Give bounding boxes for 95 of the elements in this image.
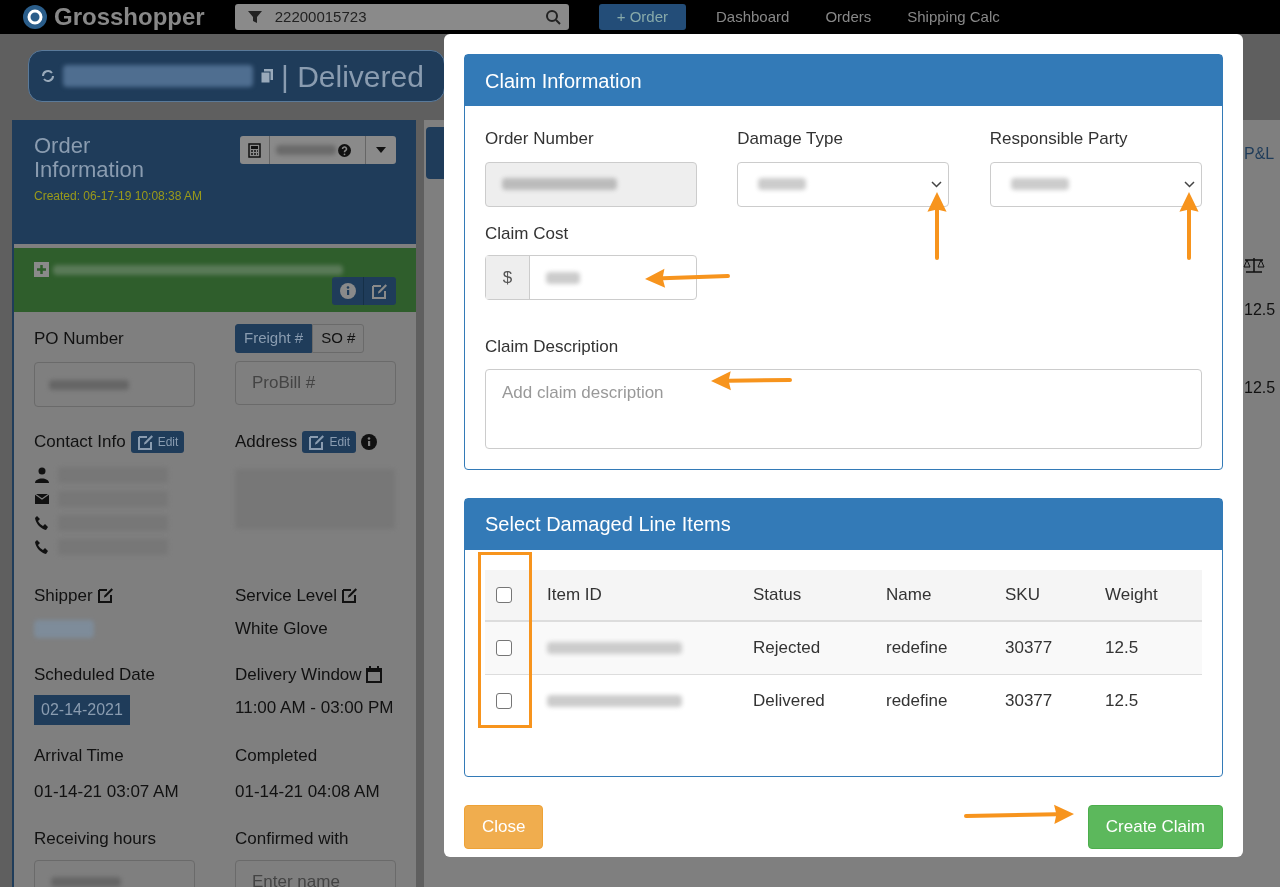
filter-icon[interactable] bbox=[246, 9, 263, 25]
card-header: Select Damaged Line Items bbox=[465, 498, 1222, 550]
number-type-toggle[interactable]: SO # bbox=[312, 324, 365, 353]
checkbox[interactable] bbox=[496, 586, 512, 603]
table-cell-text: 12.5 bbox=[1105, 636, 1139, 659]
order-status: | Delivered bbox=[281, 58, 424, 95]
field-label: PO Number bbox=[34, 328, 125, 350]
number-type-toggle[interactable]: Freight # bbox=[235, 324, 313, 353]
field-label: Claim Cost bbox=[485, 222, 570, 245]
created-timestamp: Created: 06-17-19 10:08:38 AM bbox=[34, 188, 204, 205]
search-value: 22200015723 bbox=[274, 6, 368, 27]
order-button[interactable]: + Order bbox=[598, 4, 686, 30]
nav-link[interactable]: Dashboard bbox=[716, 5, 790, 29]
checkbox[interactable] bbox=[496, 693, 512, 709]
info-icon bbox=[339, 283, 356, 299]
calculator-icon[interactable] bbox=[248, 142, 261, 158]
claim-cost-field[interactable]: $ bbox=[485, 255, 697, 300]
checkbox[interactable] bbox=[496, 639, 512, 656]
table-cell-text: 12.5 bbox=[1244, 300, 1276, 320]
search-field[interactable]: 22200015723 bbox=[234, 4, 569, 30]
field-label: Damage Type bbox=[737, 128, 844, 150]
currency-addon: $ bbox=[486, 256, 530, 299]
field-value: 01-14-21 03:07 AM bbox=[34, 780, 180, 803]
card-header: Claim Information bbox=[465, 55, 1222, 106]
copy-icon[interactable] bbox=[261, 69, 273, 83]
panel-title: Order Information bbox=[34, 134, 146, 182]
probill-field[interactable]: ProBill # bbox=[235, 361, 396, 405]
calendar-icon[interactable] bbox=[365, 665, 382, 683]
field-label: Shipper bbox=[34, 584, 93, 607]
scheduled-date-badge[interactable]: 02-14-2021 bbox=[34, 695, 130, 725]
chevron-down-icon bbox=[1183, 180, 1195, 188]
edit-icon[interactable] bbox=[96, 586, 115, 605]
edit-icon[interactable] bbox=[371, 282, 389, 300]
table-cell-text: Rejected bbox=[753, 636, 822, 659]
redacted-text bbox=[1010, 178, 1069, 190]
plus-icon[interactable] bbox=[34, 262, 49, 277]
table-cell-text: redefine bbox=[886, 636, 949, 659]
annotation-arrow bbox=[1179, 192, 1199, 260]
table-cell-text: 30377 bbox=[1005, 636, 1054, 659]
field-label: Delivery Window bbox=[235, 663, 362, 686]
field-value: White Glove bbox=[235, 618, 329, 640]
create-claim-button[interactable]: Create Claim bbox=[1087, 804, 1223, 849]
redacted-text bbox=[758, 178, 807, 190]
field-label: Arrival Time bbox=[34, 745, 125, 767]
field-label: Address bbox=[235, 431, 298, 453]
column-header: SKU bbox=[1005, 583, 1041, 606]
calculator-dropdown[interactable] bbox=[240, 136, 396, 164]
pl-link[interactable]: P&L bbox=[1244, 142, 1275, 166]
redacted-text bbox=[34, 620, 94, 638]
brand-name: Grosshopper bbox=[54, 2, 205, 32]
nav-link[interactable]: Orders bbox=[825, 5, 872, 29]
help-icon[interactable] bbox=[338, 143, 351, 157]
field-label: Responsible Party bbox=[989, 128, 1129, 150]
field-value: 11:00 AM - 03:00 PM bbox=[235, 697, 395, 719]
chevron-down-icon bbox=[931, 180, 943, 188]
user-icon bbox=[34, 466, 50, 483]
table-cell-text: 12.5 bbox=[1244, 378, 1276, 398]
column-header: Weight bbox=[1105, 583, 1158, 606]
column-header: Name bbox=[886, 583, 933, 606]
field-label: Confirmed with bbox=[235, 828, 350, 850]
annotation-arrow bbox=[927, 192, 947, 260]
confirmed-with-field[interactable]: Enter name bbox=[235, 859, 396, 887]
field-value: 01-14-21 04:08 AM bbox=[235, 780, 381, 803]
redacted-text bbox=[51, 877, 121, 887]
info-icon[interactable] bbox=[361, 433, 378, 450]
field-label: Receiving hours bbox=[34, 828, 157, 850]
field-label: Order Number bbox=[485, 128, 595, 150]
field-label: Contact Info bbox=[34, 431, 126, 453]
caret-icon[interactable] bbox=[376, 147, 386, 153]
edit-icon[interactable] bbox=[308, 432, 327, 451]
edit-icon[interactable] bbox=[341, 586, 360, 605]
column-header: Status bbox=[753, 583, 803, 606]
table-cell-text: redefine bbox=[886, 690, 949, 713]
redacted-text bbox=[546, 271, 580, 284]
claim-description-field[interactable]: Add claim description bbox=[485, 368, 1202, 449]
phone-icon bbox=[34, 514, 50, 531]
logo-icon bbox=[22, 4, 48, 30]
table-cell-text: 30377 bbox=[1005, 690, 1054, 713]
table-cell-text: 12.5 bbox=[1105, 690, 1139, 713]
field-label: Claim Description bbox=[485, 336, 620, 358]
field-label: Service Level bbox=[235, 584, 338, 607]
search-icon[interactable] bbox=[544, 9, 561, 25]
po-number-field[interactable] bbox=[34, 362, 195, 407]
field-label: Completed bbox=[235, 745, 319, 767]
edit-button[interactable]: Edit bbox=[302, 430, 357, 453]
scale-icon bbox=[1243, 257, 1265, 273]
column-header: Item ID bbox=[547, 583, 603, 606]
nav-link[interactable]: Shipping Calc bbox=[907, 5, 1000, 29]
edit-button[interactable]: Edit bbox=[130, 430, 185, 453]
table-cell-text: Delivered bbox=[753, 690, 826, 713]
phone-icon bbox=[34, 538, 50, 555]
refresh-icon[interactable] bbox=[41, 69, 55, 83]
field-label: Scheduled Date bbox=[34, 663, 156, 686]
redacted-text bbox=[276, 145, 336, 155]
edit-icon[interactable] bbox=[136, 432, 155, 451]
